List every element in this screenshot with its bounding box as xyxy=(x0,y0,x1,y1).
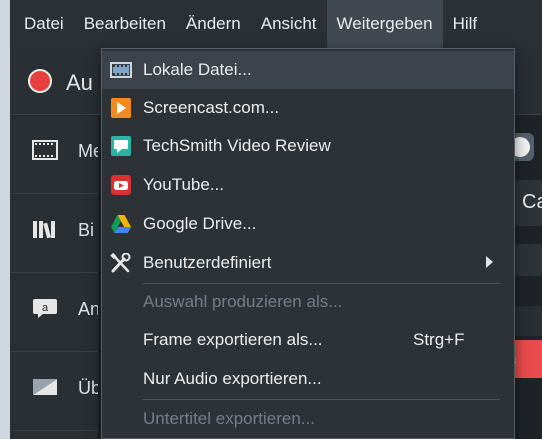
menu-item-label: Auswahl produzieren als... xyxy=(143,292,343,311)
menu-ansicht[interactable]: Ansicht xyxy=(251,0,327,48)
menu-aendern[interactable]: Ändern xyxy=(176,0,251,48)
sidebar-item-label: Bi xyxy=(78,220,95,240)
submenu-arrow-icon xyxy=(486,256,493,268)
menu-item-label: Nur Audio exportieren... xyxy=(143,369,322,388)
tools-icon xyxy=(110,253,131,273)
menu-item-screencast[interactable]: Screencast.com... xyxy=(102,89,514,127)
menu-item-youtube[interactable]: YouTube... xyxy=(102,166,514,204)
menu-item-produce-selection: Auswahl produzieren als... xyxy=(102,283,514,321)
film-icon xyxy=(32,140,58,160)
sidebar-item-library[interactable]: Bi xyxy=(10,194,98,273)
record-label[interactable]: Au xyxy=(66,70,93,96)
svg-text:a: a xyxy=(42,302,49,314)
menu-datei[interactable]: Datei xyxy=(10,0,74,48)
screencast-icon xyxy=(111,98,131,118)
menu-item-label: Screencast.com... xyxy=(143,98,280,117)
menu-item-shortcut: Strg+F xyxy=(413,330,465,349)
app-window: Datei Bearbeiten Ändern Ansicht Weiterge… xyxy=(10,0,542,439)
menu-item-label: TechSmith Video Review xyxy=(143,136,331,155)
menu-weitergeben[interactable]: Weitergeben xyxy=(326,0,443,48)
library-icon xyxy=(33,221,55,239)
weitergeben-menu: Lokale Datei... Screencast.com... TechSm… xyxy=(101,48,515,439)
menu-item-label: Google Drive... xyxy=(143,214,257,233)
menu-item-label: Untertitel exportieren... xyxy=(143,409,315,428)
menu-item-label: YouTube... xyxy=(143,175,224,194)
menu-item-label: Frame exportieren als... xyxy=(143,330,323,349)
menu-item-export-audio[interactable]: Nur Audio exportieren... xyxy=(102,360,514,398)
google-drive-icon xyxy=(111,215,131,233)
sidebar-item-media[interactable]: Me xyxy=(10,115,103,194)
menu-item-video-review[interactable]: TechSmith Video Review xyxy=(102,127,514,165)
video-review-icon xyxy=(111,136,131,156)
menu-hilfe[interactable]: Hilf xyxy=(443,0,488,48)
menu-item-local-file[interactable]: Lokale Datei... xyxy=(102,51,514,89)
sidebar-item-transitions[interactable]: Üb xyxy=(10,352,101,431)
menu-item-export-frame[interactable]: Frame exportieren als... Strg+F xyxy=(102,321,514,359)
sidebar-item-annotations[interactable]: a An xyxy=(10,273,101,352)
menu-item-custom[interactable]: Benutzerdefiniert xyxy=(102,244,514,282)
transition-icon xyxy=(33,379,57,395)
youtube-icon xyxy=(111,175,131,195)
menu-bar: Datei Bearbeiten Ändern Ansicht Weiterge… xyxy=(10,0,542,48)
menu-item-label: Benutzerdefiniert xyxy=(143,253,272,272)
annotation-icon: a xyxy=(33,299,57,318)
local-file-icon xyxy=(110,62,132,78)
menu-bearbeiten[interactable]: Bearbeiten xyxy=(74,0,176,48)
menu-item-export-captions: Untertitel exportieren... xyxy=(102,400,514,438)
menu-item-google-drive[interactable]: Google Drive... xyxy=(102,205,514,243)
tools-sidebar: Me Bi a An Üb xyxy=(10,115,103,439)
menu-item-label: Lokale Datei... xyxy=(143,60,252,79)
sidebar-item-label: An xyxy=(78,299,101,319)
record-button[interactable] xyxy=(28,69,52,93)
